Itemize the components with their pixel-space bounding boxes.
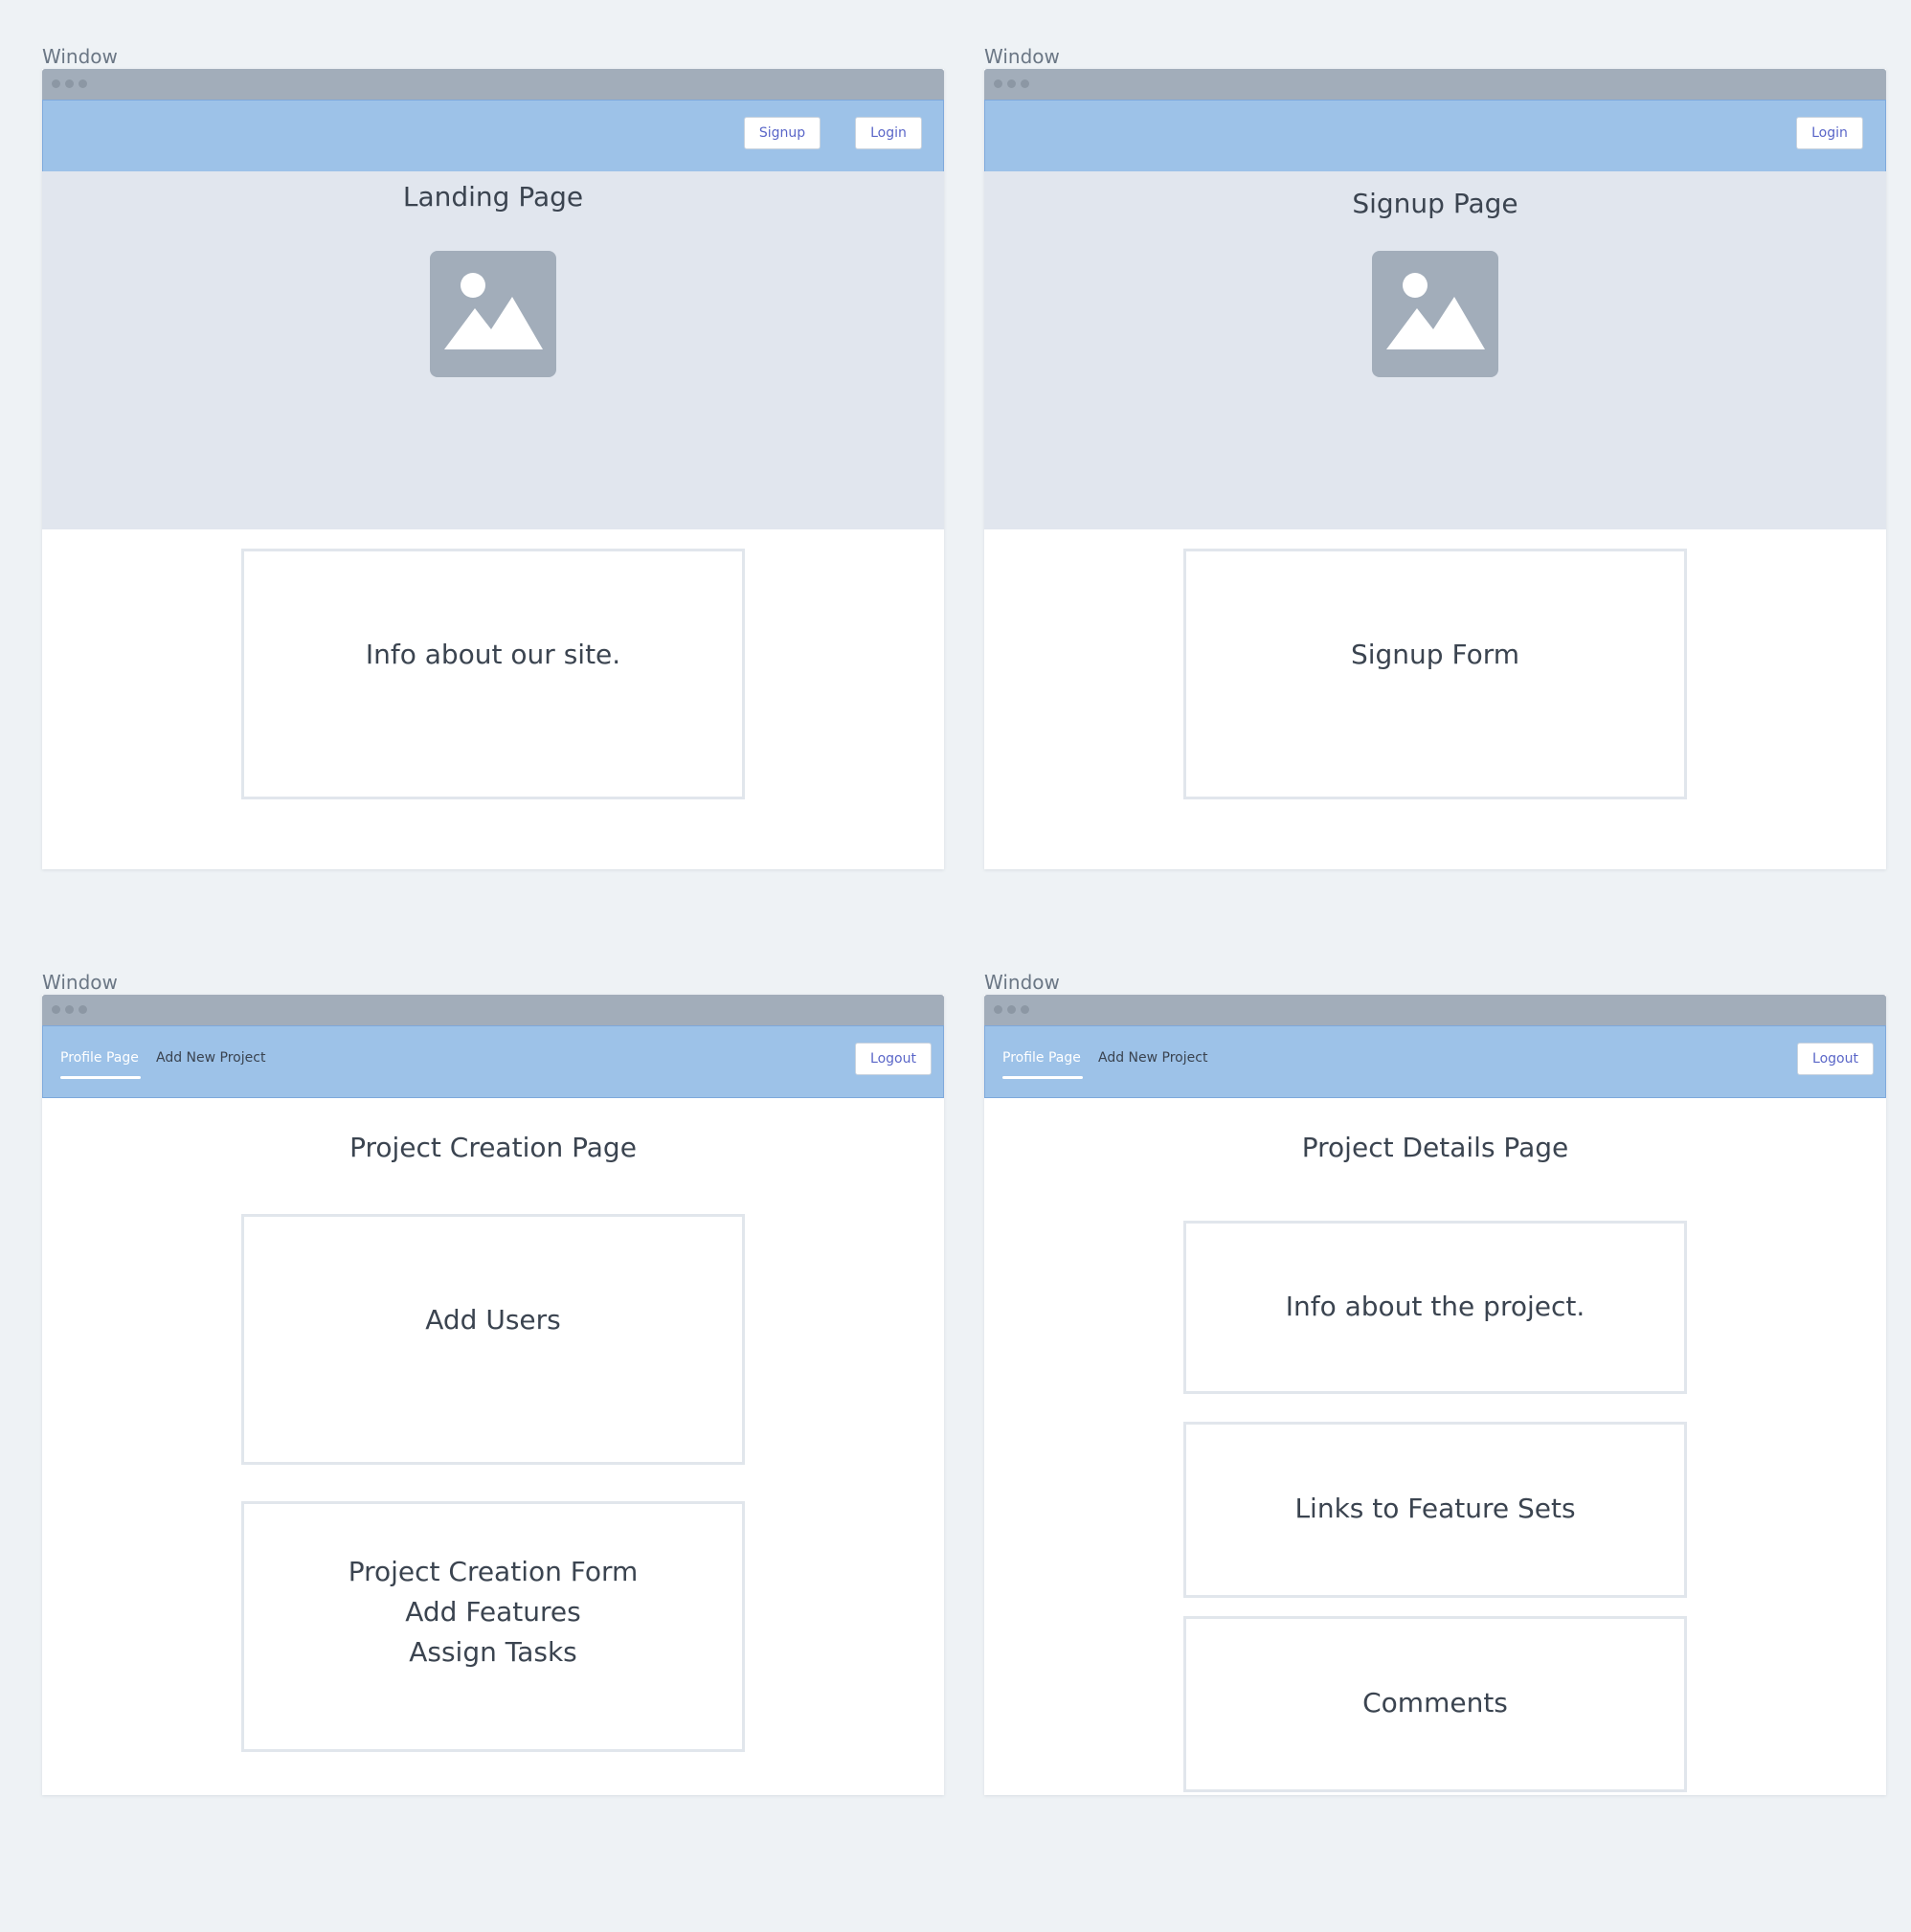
window-control-dot[interactable] <box>994 79 1002 88</box>
window-control-dot[interactable] <box>52 1005 60 1014</box>
tab-profile-page[interactable]: Profile Page <box>1002 1051 1081 1065</box>
navbar: Profile Page Add New Project Logout <box>984 1025 1886 1098</box>
project-info-text: Info about the project. <box>1285 1291 1585 1322</box>
window-control-dot[interactable] <box>79 79 87 88</box>
assign-tasks-text: Assign Tasks <box>409 1636 577 1668</box>
logout-button[interactable]: Logout <box>1797 1043 1874 1075</box>
page-title: Landing Page <box>402 181 584 213</box>
page-title: Project Creation Page <box>349 1132 637 1163</box>
window-control-dot[interactable] <box>65 1005 74 1014</box>
window-control-dot[interactable] <box>994 1005 1002 1014</box>
window-controls <box>52 1005 87 1014</box>
active-tab-indicator <box>1002 1076 1083 1079</box>
window-controls <box>52 79 87 88</box>
window-control-dot[interactable] <box>1007 1005 1016 1014</box>
window-project-details-page: Profile Page Add New Project Logout Proj… <box>984 995 1886 1795</box>
window-label: Window <box>984 45 1060 68</box>
window-titlebar <box>42 995 944 1025</box>
window-controls <box>994 79 1029 88</box>
window-control-dot[interactable] <box>52 79 60 88</box>
comments-box: Comments <box>1183 1616 1687 1792</box>
window-control-dot[interactable] <box>1021 79 1029 88</box>
login-button[interactable]: Login <box>1796 117 1863 149</box>
feature-sets-links-box: Links to Feature Sets <box>1183 1422 1687 1598</box>
tab-add-new-project[interactable]: Add New Project <box>156 1051 265 1065</box>
window-titlebar <box>42 69 944 100</box>
wireframe-canvas: Window Signup Login Landing Page Info ab… <box>0 0 1911 1932</box>
active-tab-indicator <box>60 1076 141 1079</box>
image-placeholder-icon <box>1372 251 1498 377</box>
logout-button[interactable]: Logout <box>855 1043 932 1075</box>
navbar: Profile Page Add New Project Logout <box>42 1025 944 1098</box>
project-info-box: Info about the project. <box>1183 1221 1687 1394</box>
window-project-creation-page: Profile Page Add New Project Logout Proj… <box>42 995 944 1795</box>
navbar: Signup Login <box>42 100 944 172</box>
window-label: Window <box>984 971 1060 994</box>
window-control-dot[interactable] <box>1007 79 1016 88</box>
window-signup-page: Login Signup Page Signup Form <box>984 69 1886 869</box>
window-control-dot[interactable] <box>1021 1005 1029 1014</box>
window-controls <box>994 1005 1029 1014</box>
navbar: Login <box>984 100 1886 172</box>
window-control-dot[interactable] <box>65 79 74 88</box>
window-label: Window <box>42 971 118 994</box>
hero-section: Landing Page <box>42 171 944 529</box>
project-creation-form-box: Project Creation Form Add Features Assig… <box>241 1501 745 1752</box>
feature-sets-links-text: Links to Feature Sets <box>1294 1493 1576 1524</box>
tab-add-new-project[interactable]: Add New Project <box>1098 1051 1207 1065</box>
add-users-text: Add Users <box>425 1304 561 1336</box>
image-placeholder-icon <box>430 251 556 377</box>
window-control-dot[interactable] <box>79 1005 87 1014</box>
comments-text: Comments <box>1362 1687 1508 1719</box>
info-text: Info about our site. <box>365 639 621 670</box>
window-titlebar <box>984 69 1886 100</box>
add-features-text: Add Features <box>405 1596 581 1628</box>
window-titlebar <box>984 995 1886 1025</box>
add-users-box: Add Users <box>241 1214 745 1465</box>
project-creation-form-text: Project Creation Form <box>348 1556 639 1587</box>
info-box: Info about our site. <box>241 549 745 799</box>
hero-section: Signup Page <box>984 171 1886 529</box>
signup-form-box: Signup Form <box>1183 549 1687 799</box>
signup-form-text: Signup Form <box>1350 639 1520 670</box>
login-button[interactable]: Login <box>855 117 922 149</box>
window-landing-page: Signup Login Landing Page Info about our… <box>42 69 944 869</box>
tab-profile-page[interactable]: Profile Page <box>60 1051 139 1065</box>
page-title: Signup Page <box>1352 188 1518 219</box>
signup-button[interactable]: Signup <box>744 117 821 149</box>
page-title: Project Details Page <box>1301 1132 1569 1163</box>
window-label: Window <box>42 45 118 68</box>
